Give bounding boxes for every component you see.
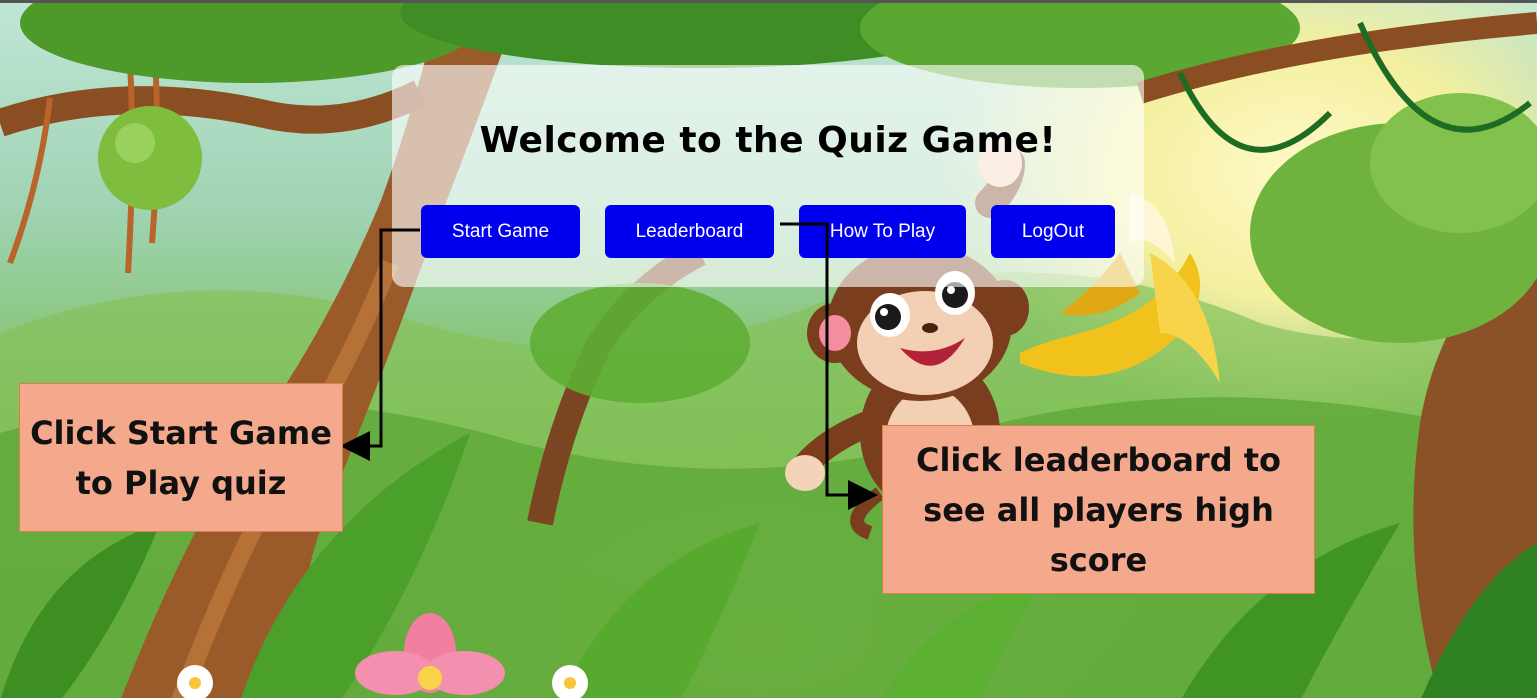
start-game-callout-text: Click Start Game to Play quiz (30, 413, 332, 502)
leaderboard-button[interactable]: Leaderboard (605, 205, 774, 258)
how-to-play-button[interactable]: How To Play (799, 205, 966, 258)
leaderboard-callout-text: Click leaderboard to see all players hig… (915, 440, 1282, 579)
logout-button[interactable]: LogOut (991, 205, 1115, 258)
page-title: Welcome to the Quiz Game! (479, 120, 1057, 161)
main-menu-panel: Welcome to the Quiz Game! Start Game Lea… (392, 65, 1144, 287)
leaderboard-callout: Click leaderboard to see all players hig… (882, 425, 1315, 594)
start-game-button[interactable]: Start Game (421, 205, 580, 258)
start-game-callout: Click Start Game to Play quiz (19, 383, 343, 532)
